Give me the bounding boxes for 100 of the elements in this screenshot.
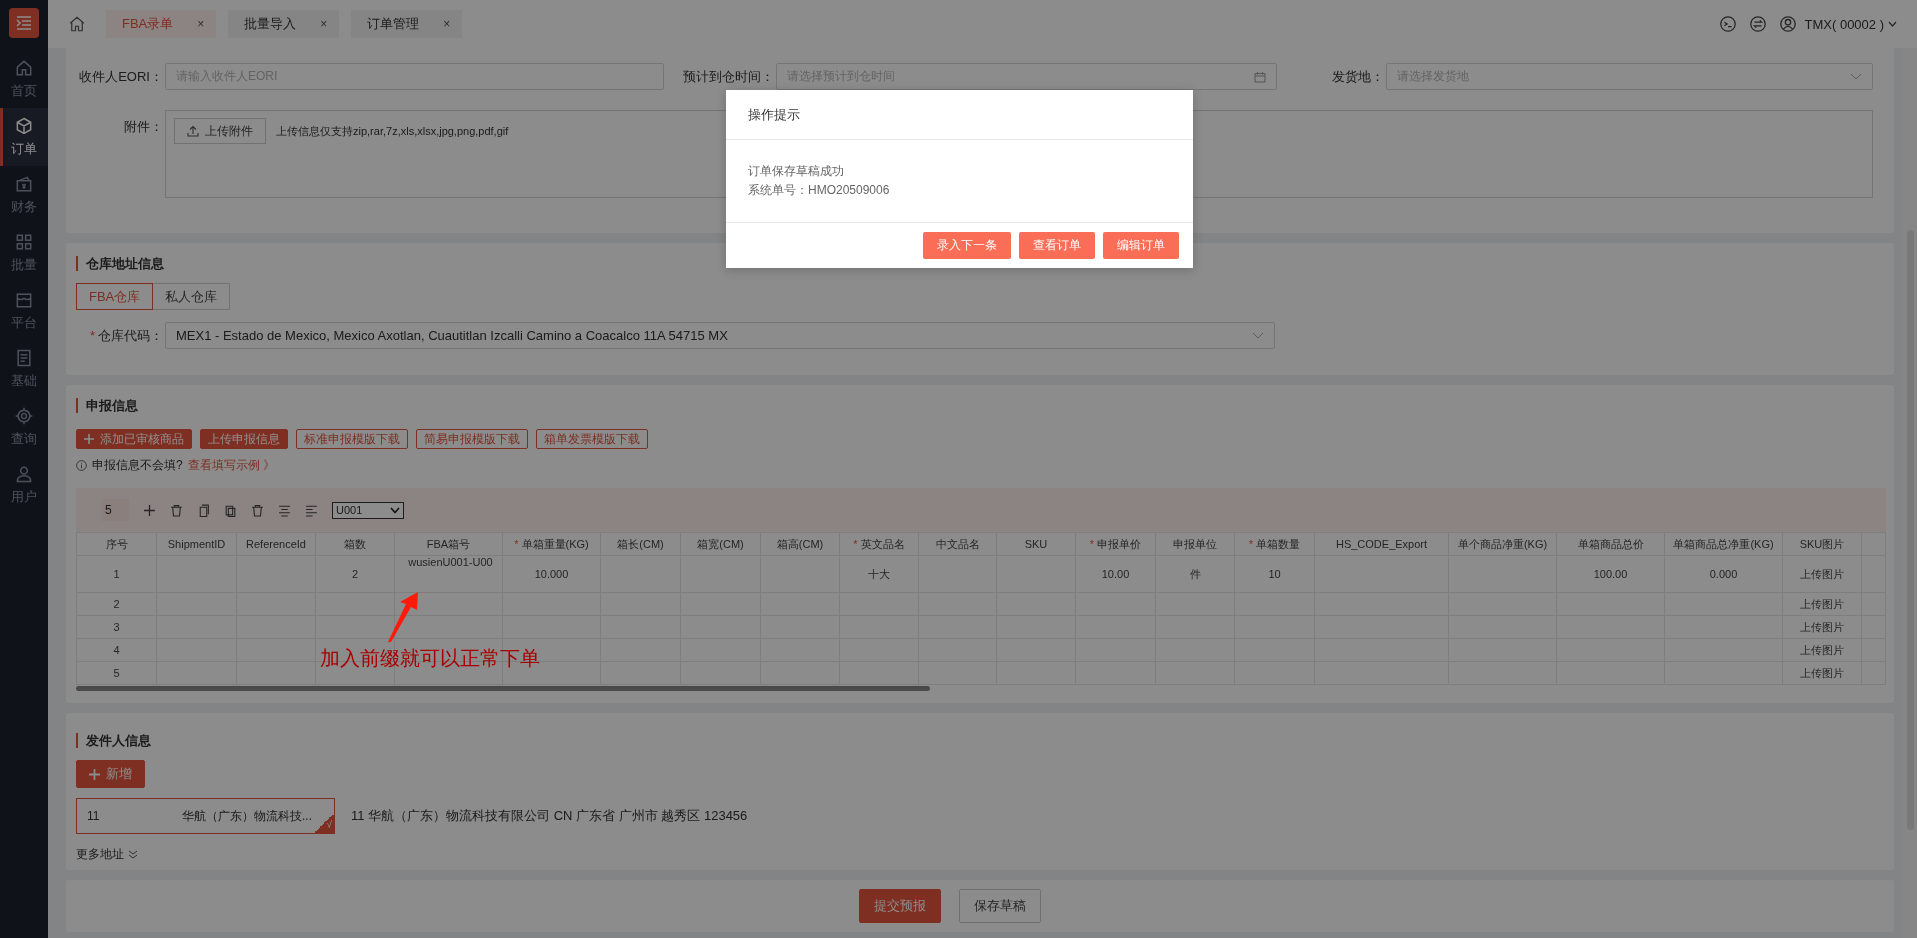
page-tab[interactable]: 订单管理 × [351, 10, 463, 38]
delete-icon[interactable] [251, 503, 264, 517]
user-icon[interactable] [1778, 15, 1797, 33]
table-cell: 2 [351, 568, 359, 580]
hint-text: 申报信息不会填? [92, 457, 183, 474]
action-button[interactable]: 上传申报信息 [200, 429, 288, 449]
box-icon [14, 116, 34, 136]
target-icon [14, 406, 34, 426]
action-button[interactable]: 箱单发票模版下载 [536, 429, 648, 449]
warehouse-tab[interactable]: 私人仓库 [153, 283, 231, 310]
warehouse-tab[interactable]: FBA仓库 [76, 283, 154, 310]
required-mark: * [89, 327, 95, 343]
close-icon[interactable]: × [320, 17, 328, 31]
swap-icon[interactable] [1748, 15, 1767, 33]
dialog-title: 操作提示 [726, 90, 1193, 140]
row-count-field[interactable]: 5 [101, 499, 129, 521]
column-header: 箱宽(CM) [697, 537, 744, 550]
dialog-message: 系统单号：HMO20509006 [748, 182, 890, 199]
upload-icon [187, 125, 199, 137]
address-card[interactable]: 11 华航（广东）物流科技... √ [76, 798, 335, 834]
message-icon[interactable] [1718, 15, 1737, 33]
more-addresses-link[interactable]: 更多地址 [76, 846, 138, 863]
copy-icon[interactable] [197, 503, 210, 517]
field-label: 收件人EORI： [78, 67, 164, 86]
info-icon [76, 460, 87, 471]
user-icon [14, 464, 34, 484]
table-cell: 10.000 [534, 568, 569, 580]
table-cell: wusienU001-U00 [408, 556, 493, 568]
action-button[interactable]: 添加已审核商品 [76, 429, 192, 449]
section-title: 发件人信息 [76, 733, 1884, 748]
close-icon[interactable]: × [443, 17, 451, 31]
column-header: 英文品名 [860, 537, 905, 550]
page-tab[interactable]: FBA录单 × [106, 10, 217, 38]
close-icon[interactable]: × [197, 17, 205, 31]
sidebar-item[interactable]: 首页 [0, 50, 48, 108]
column-header: FBA箱号 [426, 537, 471, 550]
table-cell: 上传图片 [1800, 643, 1844, 656]
sidebar-item[interactable]: 平台 [0, 282, 48, 340]
column-header: ReferenceId [246, 538, 306, 550]
align-left-icon[interactable] [305, 503, 318, 517]
action-button[interactable]: 标准申报模版下载 [296, 429, 408, 449]
caret-icon[interactable] [1888, 21, 1897, 27]
align-center-icon[interactable] [278, 503, 291, 517]
footer-button[interactable]: 保存草稿 [959, 889, 1041, 923]
table-cell: 件 [1189, 567, 1201, 580]
required-mark: * [514, 537, 519, 550]
column-header: SKU [1024, 538, 1048, 550]
example-link[interactable]: 查看填写示例 》 [187, 457, 276, 474]
dialog-button[interactable]: 编辑订单 [1103, 232, 1179, 259]
table-cell: 上传图片 [1800, 620, 1844, 633]
unit-select[interactable]: U001 [332, 501, 404, 519]
column-header: 单箱商品总净重(KG) [1673, 537, 1774, 550]
footer-button[interactable]: 提交预报 [859, 889, 941, 923]
plus-icon [89, 768, 100, 780]
column-header: 箱高(CM) [776, 537, 824, 550]
upload-button[interactable]: 上传附件 [174, 118, 266, 144]
table-cell: 上传图片 [1800, 567, 1844, 580]
grid-icon [14, 232, 34, 252]
sidebar-item[interactable]: 基础 [0, 340, 48, 398]
table-cell: 1 [113, 568, 120, 580]
sidebar-item[interactable]: 用户 [0, 456, 48, 514]
field-label: 预计到仓时间： [682, 67, 775, 86]
table-cell: 上传图片 [1800, 666, 1844, 679]
column-header: 单箱数量 [1256, 537, 1301, 550]
sidebar-item[interactable]: 查询 [0, 398, 48, 456]
sidebar-item[interactable]: 批量 [0, 224, 48, 282]
column-header: 中文品名 [935, 537, 980, 550]
table-cell: 0.000 [1709, 568, 1738, 580]
chevron-down-icon [390, 506, 400, 514]
required-mark: * [853, 537, 858, 550]
chevron-down-icon [1252, 332, 1264, 339]
page-tab[interactable]: 批量导入 × [228, 10, 340, 38]
section-title: 申报信息 [76, 398, 1884, 413]
chevron-down-icon [1850, 73, 1862, 80]
table-cell: 十大 [868, 567, 890, 580]
sidebar-item[interactable]: 财务 [0, 166, 48, 224]
dialog-button[interactable]: 查看订单 [1019, 232, 1095, 259]
column-header: 箱长(CM) [617, 537, 664, 550]
paste-icon[interactable] [224, 503, 237, 517]
plus-icon [84, 434, 94, 444]
sidebar-item[interactable]: 订单 [0, 108, 48, 166]
table-cell: 4 [113, 644, 120, 656]
add-icon[interactable] [143, 503, 156, 517]
table-cell: 5 [113, 667, 120, 679]
dialog-button[interactable]: 录入下一条 [923, 232, 1011, 259]
table-cell: 上传图片 [1800, 597, 1844, 610]
table-cell: 2 [113, 598, 120, 610]
scrollbar-thumb[interactable] [76, 686, 930, 691]
user-name[interactable]: TMX( 00002 ) [1804, 16, 1884, 32]
column-header: 单个商品净重(KG) [1457, 537, 1548, 550]
warehouse-select[interactable]: MEX1 - Estado de Mexico, Mexico Axotlan, Cuautitlan Izcalli Camino a Coacalco 11A 54715 MX [165, 322, 1275, 349]
menu-icon[interactable] [9, 8, 39, 38]
double-chevron-icon [128, 850, 138, 859]
delete-icon[interactable] [170, 503, 183, 517]
required-mark: * [1248, 537, 1254, 550]
table-cell: 3 [113, 621, 120, 633]
add-button[interactable]: 新增 [76, 760, 145, 788]
table-cell: 10.00 [1101, 568, 1130, 580]
home-icon[interactable] [68, 15, 86, 33]
action-button[interactable]: 简易申报模版下载 [416, 429, 528, 449]
